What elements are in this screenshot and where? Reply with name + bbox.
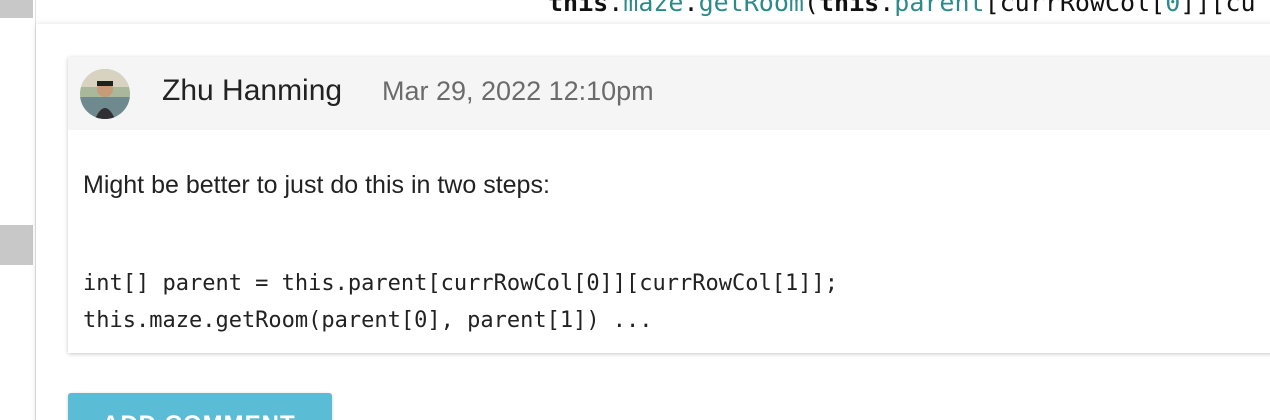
comment-card: Zhu Hanming Mar 29, 2022 12:10pm Might b… (68, 57, 1270, 353)
avatar[interactable] (80, 69, 130, 119)
code-token: this (818, 0, 880, 16)
code-token: [currRowCol[ (984, 0, 1166, 16)
code-token: 0 (1165, 0, 1181, 16)
code-token: . (683, 0, 699, 16)
code-token: this (548, 0, 609, 16)
code-token: ( (803, 0, 819, 16)
comment-timestamp: Mar 29, 2022 12:10pm (382, 76, 654, 106)
code-token: getRoom (698, 0, 804, 16)
code-token: maze (623, 0, 684, 16)
code-line: this.maze.getRoom(parent[0], parent[1]) … (83, 308, 653, 333)
code-token: . (608, 0, 624, 16)
code-context-line: this.maze.getRoom(this.parent[currRowCol… (548, 0, 1256, 16)
gutter-marker (0, 0, 33, 18)
code-line: int[] parent = this.parent[currRowCol[0]… (83, 271, 838, 296)
code-token: ]][cu (1180, 0, 1256, 16)
add-comment-button[interactable]: ADD COMMENT (68, 393, 332, 420)
code-token: parent (894, 0, 985, 16)
comment-header: Zhu Hanming Mar 29, 2022 12:10pm (68, 57, 1270, 130)
comment-text: Might be better to just do this in two s… (83, 171, 550, 199)
comment-code-block: int[] parent = this.parent[currRowCol[0]… (83, 265, 838, 339)
left-gutter (0, 0, 36, 420)
code-token: . (879, 0, 895, 16)
comment-author[interactable]: Zhu Hanming (162, 74, 342, 108)
gutter-marker (0, 225, 33, 265)
